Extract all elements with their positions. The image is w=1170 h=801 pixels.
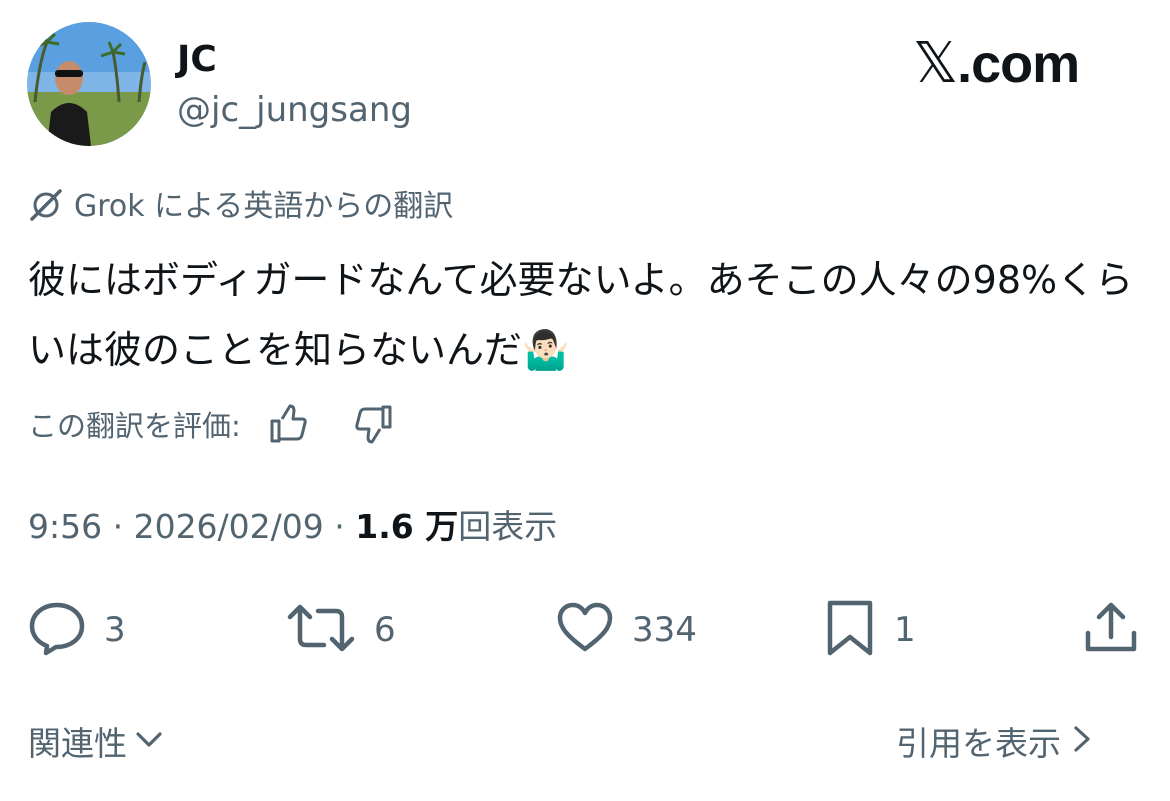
view-quotes-link[interactable]: 引用を表示 xyxy=(896,720,1097,768)
translation-label: Grok による英語からの翻訳 xyxy=(74,189,454,224)
reply-icon xyxy=(28,599,86,661)
rate-translation: この翻訳を評価: xyxy=(28,403,395,449)
share-icon xyxy=(1082,599,1140,661)
bookmark-icon xyxy=(824,599,876,661)
thumbs-down-icon[interactable] xyxy=(353,403,395,449)
sort-relevance-dropdown[interactable]: 関連性 xyxy=(28,720,165,768)
chevron-down-icon xyxy=(133,720,165,768)
thumbs-up-icon[interactable] xyxy=(267,403,309,449)
domain-label: .com xyxy=(957,34,1080,94)
reply-count: 3 xyxy=(104,610,126,650)
repost-count: 6 xyxy=(374,610,396,650)
chevron-right-icon xyxy=(1067,720,1097,768)
bookmark-button[interactable]: 1 xyxy=(824,599,916,661)
like-count: 334 xyxy=(632,610,697,650)
view-label: 回表示 xyxy=(458,507,558,546)
x-logo-icon: 𝕏 xyxy=(913,31,958,96)
view-quotes-label: 引用を表示 xyxy=(896,724,1061,763)
rate-label: この翻訳を評価: xyxy=(28,409,241,443)
timestamp[interactable]: 9:56 · 2026/02/09 · xyxy=(28,507,355,546)
sort-label: 関連性 xyxy=(28,724,127,763)
repost-icon xyxy=(286,599,356,661)
tweet-meta: 9:56 · 2026/02/09 · 1.6 万回表示 xyxy=(28,505,557,549)
author-name[interactable]: JC xyxy=(177,38,217,82)
grok-icon xyxy=(28,187,64,227)
heart-icon xyxy=(556,599,614,661)
like-button[interactable]: 334 xyxy=(556,599,697,661)
tweet-text: 彼にはボディガードなんて必要ないよ。あそこの人々の98%くらいは彼のことを知らな… xyxy=(28,258,1134,372)
reply-button[interactable]: 3 xyxy=(28,599,126,661)
author-handle[interactable]: @jc_jungsang xyxy=(177,88,412,132)
avatar[interactable] xyxy=(27,22,151,146)
x-com-logo: 𝕏.com xyxy=(913,31,1080,96)
bookmark-count: 1 xyxy=(894,610,916,650)
translation-header: Grok による英語からの翻訳 xyxy=(28,187,453,227)
share-button[interactable] xyxy=(1082,599,1140,661)
view-count: 1.6 万 xyxy=(355,507,459,546)
repost-button[interactable]: 6 xyxy=(286,599,396,661)
